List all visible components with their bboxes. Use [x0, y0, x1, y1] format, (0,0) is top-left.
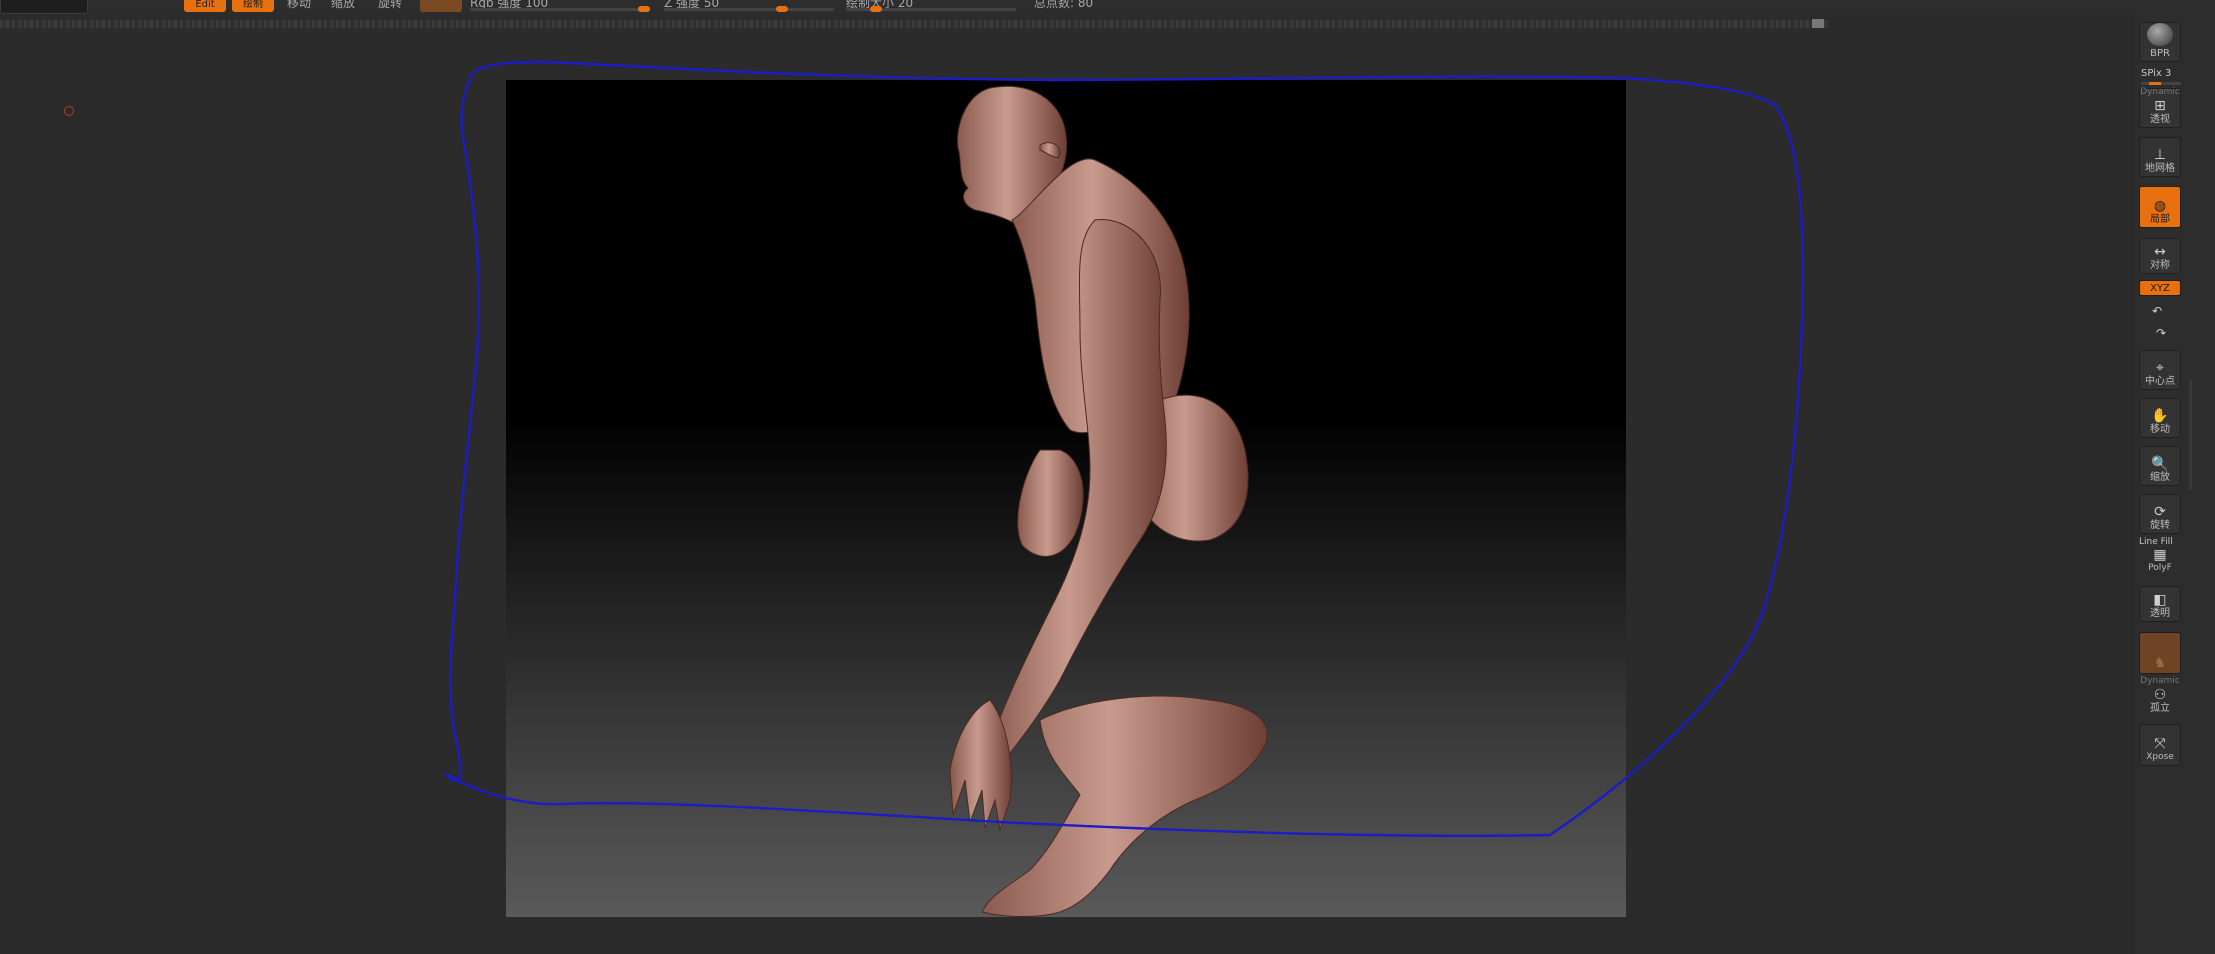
timeline-strip[interactable] — [0, 20, 1830, 28]
symmetry-arrows-icon: ↔ — [2154, 244, 2166, 260]
center-label: 中心点 — [2145, 376, 2175, 387]
transparency-label: 透明 — [2150, 608, 2170, 619]
brush-cursor-marker — [64, 106, 74, 116]
scale-label: 缩放 — [2150, 472, 2170, 483]
perspective-button[interactable]: Dynamic ⊞ 透视 — [2139, 87, 2181, 128]
rotate-view-button[interactable]: ⟳ 旋转 — [2139, 494, 2181, 534]
bpr-label: BPR — [2150, 48, 2170, 59]
bpr-render-button[interactable]: BPR — [2139, 22, 2181, 62]
spix-slider[interactable] — [2141, 82, 2181, 85]
xpose-label: Xpose — [2146, 752, 2174, 762]
local-label: 局部 — [2150, 214, 2170, 225]
xpose-expand-icon: ⤧ — [2154, 736, 2166, 752]
move-view-button[interactable]: ✋ 移动 — [2139, 398, 2181, 438]
xyz-label: XYZ — [2150, 282, 2170, 294]
grid-perspective-icon: ⊞ — [2154, 98, 2166, 114]
solo-spheres-icon: ⚇ — [2153, 687, 2167, 703]
rotate-label: 旋转 — [2150, 520, 2170, 531]
dynamic2-label: Dynamic — [2140, 676, 2180, 686]
draw-button[interactable]: 绘制 — [232, 0, 274, 12]
solo-label: 孤立 — [2150, 703, 2170, 714]
center-target-icon: ⌖ — [2156, 360, 2164, 376]
toolbar-dark-button[interactable] — [0, 0, 88, 14]
move-mode-button[interactable]: 移动 — [287, 0, 311, 11]
local-sphere-icon: ◍ — [2153, 198, 2167, 214]
rotate-mode-button[interactable]: 旋转 — [378, 0, 402, 11]
symmetry-label: 对称 — [2150, 260, 2170, 271]
symmetry-button[interactable]: ↔ 对称 — [2139, 238, 2181, 274]
floor-label: 地网格 — [2145, 163, 2175, 174]
perspective-label: 透视 — [2150, 114, 2170, 125]
edit-button[interactable]: Edit — [184, 0, 226, 12]
active-points-label: 总点数: 80 — [1034, 0, 1094, 10]
shelf-scrollbar[interactable] — [2189, 380, 2192, 490]
center-point-button[interactable]: ⌖ 中心点 — [2139, 350, 2181, 390]
transparency-icon: ◧ — [2153, 592, 2167, 608]
local-symmetry-button[interactable]: ◍ 局部 — [2139, 186, 2181, 228]
ghost-figure-icon: ♞ — [2153, 655, 2167, 671]
rotate-y-icon[interactable]: ↶ — [2152, 303, 2162, 319]
render-sphere-icon — [2147, 23, 2173, 46]
timeline-handle[interactable] — [1812, 19, 1824, 28]
material-thumbnail[interactable] — [420, 0, 462, 12]
draw-size-slider[interactable] — [846, 6, 1016, 12]
scale-view-button[interactable]: 🔍 缩放 — [2139, 446, 2181, 486]
polyframe-grid-icon: ▦ — [2153, 547, 2167, 563]
magnifier-icon: 🔍 — [2151, 456, 2169, 472]
floor-icon: ⊥ — [2153, 147, 2167, 163]
rotate-z-icon[interactable]: ↷ — [2156, 325, 2166, 341]
rgb-intensity-slider[interactable] — [470, 6, 650, 12]
rotate-sphere-icon: ⟳ — [2154, 504, 2166, 520]
document-canvas[interactable] — [506, 80, 1626, 917]
spix-label[interactable]: SPix 3 — [2141, 68, 2171, 79]
dynamic-label: Dynamic — [2140, 87, 2180, 97]
top-toolbar: Edit 绘制 移动 缩放 旋转 Rgb 强度 100 Z 强度 50 绘制大小… — [0, 0, 2215, 14]
hand-icon: ✋ — [2151, 408, 2169, 424]
transparency-button[interactable]: ◧ 透明 — [2139, 586, 2181, 622]
move-label: 移动 — [2150, 424, 2170, 435]
xpose-button[interactable]: ⤧ Xpose — [2139, 724, 2181, 766]
ghost-button[interactable]: ♞ — [2139, 632, 2181, 674]
xyz-axis-button[interactable]: XYZ — [2139, 280, 2181, 296]
polyframe-button[interactable]: ▦ PolyF — [2139, 546, 2181, 576]
floor-grid-button[interactable]: ⊥ 地网格 — [2139, 137, 2181, 177]
polyf-label: PolyF — [2148, 563, 2172, 573]
z-intensity-slider[interactable] — [664, 6, 834, 12]
scale-mode-button[interactable]: 缩放 — [331, 0, 355, 11]
solo-button[interactable]: Dynamic ⚇ 孤立 — [2139, 676, 2181, 716]
